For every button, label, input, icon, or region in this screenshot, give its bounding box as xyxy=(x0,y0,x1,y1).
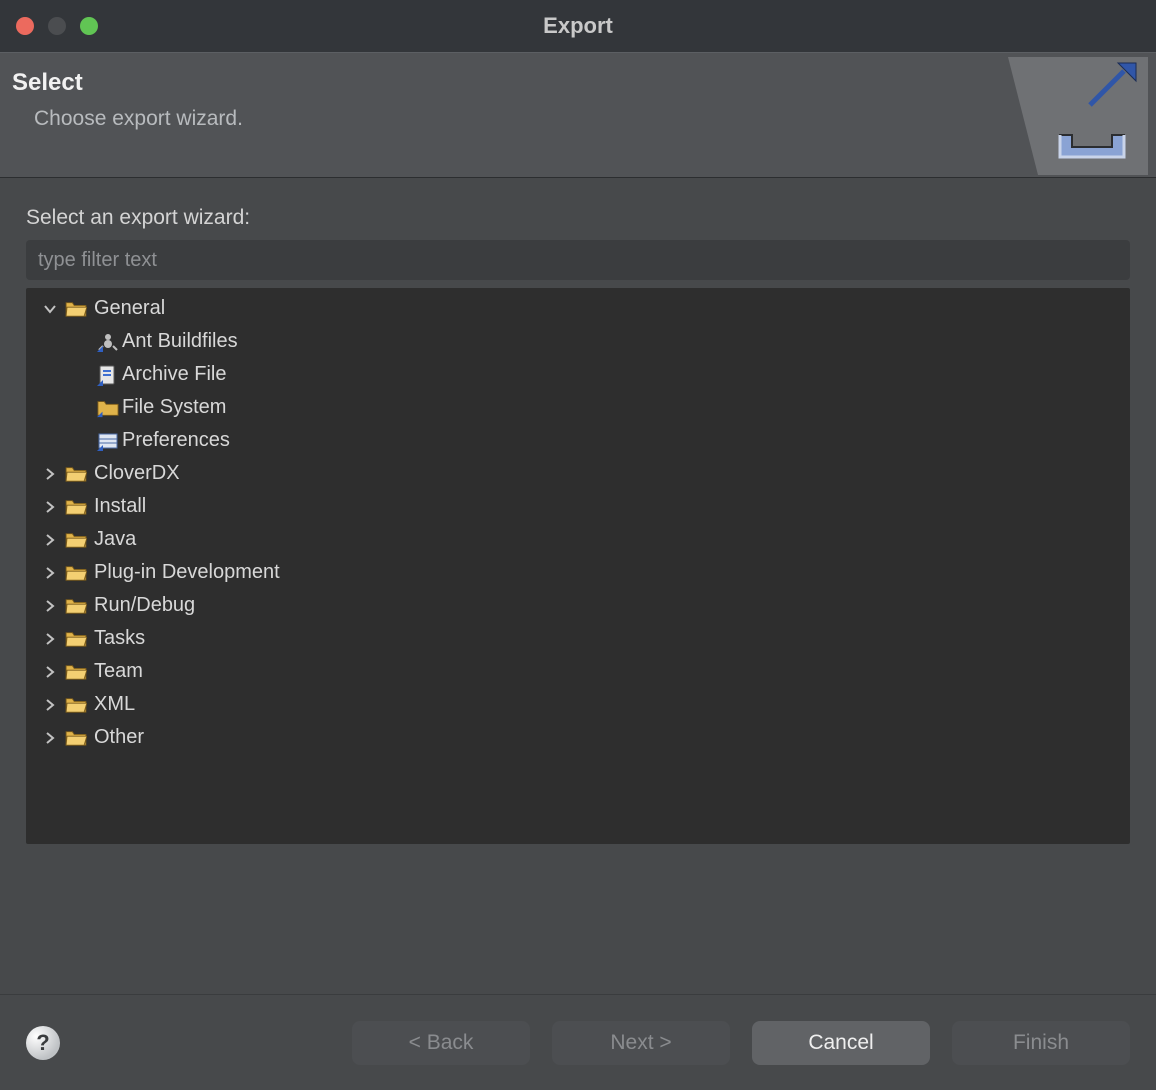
tree-folder-label: Team xyxy=(94,660,143,683)
folder-icon xyxy=(62,729,90,747)
window-maximize-button[interactable] xyxy=(80,17,98,35)
folder-icon xyxy=(62,300,90,318)
next-button[interactable]: Next > xyxy=(552,1021,730,1065)
folder-icon xyxy=(62,696,90,714)
tree-folder[interactable]: Tasks xyxy=(30,622,1126,655)
chevron-right-icon[interactable] xyxy=(38,533,62,547)
tree-folder-label: Tasks xyxy=(94,627,145,650)
tree-folder[interactable]: General xyxy=(30,292,1126,325)
tree-folder[interactable]: Java xyxy=(30,523,1126,556)
tree-folder[interactable]: CloverDX xyxy=(30,457,1126,490)
tree-folder-label: XML xyxy=(94,693,135,716)
chevron-right-icon[interactable] xyxy=(38,731,62,745)
tree-item-label: Preferences xyxy=(122,429,230,452)
help-button[interactable]: ? xyxy=(26,1026,60,1060)
folder-icon xyxy=(62,597,90,615)
cancel-button[interactable]: Cancel xyxy=(752,1021,930,1065)
export-icon xyxy=(1008,57,1148,181)
tree-folder-label: General xyxy=(94,297,165,320)
chevron-right-icon[interactable] xyxy=(38,566,62,580)
tree-item[interactable]: Archive File xyxy=(30,358,1126,391)
chevron-right-icon[interactable] xyxy=(38,698,62,712)
tree-label: Select an export wizard: xyxy=(26,206,1130,230)
wizard-title: Select xyxy=(12,69,1156,97)
tree-folder[interactable]: Plug-in Development xyxy=(30,556,1126,589)
chevron-down-icon[interactable] xyxy=(38,302,62,316)
prefs-icon xyxy=(94,431,122,451)
chevron-right-icon[interactable] xyxy=(38,599,62,613)
tree-item[interactable]: Preferences xyxy=(30,424,1126,457)
tree-folder[interactable]: Team xyxy=(30,655,1126,688)
chevron-right-icon[interactable] xyxy=(38,665,62,679)
back-button[interactable]: < Back xyxy=(352,1021,530,1065)
wizard-tree[interactable]: General Ant Buildfiles Archive File File Sy… xyxy=(26,288,1130,844)
archive-icon xyxy=(94,364,122,386)
wizard-body: Select an export wizard: General Ant Buil… xyxy=(0,178,1156,994)
tree-item-label: Archive File xyxy=(122,363,226,386)
tree-folder-label: Plug-in Development xyxy=(94,561,280,584)
folder-icon xyxy=(62,498,90,516)
chevron-right-icon[interactable] xyxy=(38,500,62,514)
tree-item[interactable]: Ant Buildfiles xyxy=(30,325,1126,358)
folder-icon xyxy=(62,465,90,483)
tree-item[interactable]: File System xyxy=(30,391,1126,424)
folder-base-icon xyxy=(94,398,122,418)
tree-folder[interactable]: XML xyxy=(30,688,1126,721)
tree-folder-label: Java xyxy=(94,528,136,551)
tree-folder[interactable]: Run/Debug xyxy=(30,589,1126,622)
chevron-right-icon[interactable] xyxy=(38,632,62,646)
tree-folder-label: Other xyxy=(94,726,144,749)
tree-folder-label: CloverDX xyxy=(94,462,180,485)
window-controls xyxy=(16,17,98,35)
titlebar: Export xyxy=(0,0,1156,52)
folder-icon xyxy=(62,564,90,582)
folder-icon xyxy=(62,630,90,648)
wizard-header: Select Choose export wizard. xyxy=(0,52,1156,178)
window-close-button[interactable] xyxy=(16,17,34,35)
wizard-footer: ? < Back Next > Cancel Finish xyxy=(0,994,1156,1090)
folder-icon xyxy=(62,531,90,549)
chevron-right-icon[interactable] xyxy=(38,467,62,481)
tree-folder[interactable]: Other xyxy=(30,721,1126,754)
tree-folder-label: Install xyxy=(94,495,146,518)
tree-folder[interactable]: Install xyxy=(30,490,1126,523)
filter-input[interactable] xyxy=(26,240,1130,280)
finish-button[interactable]: Finish xyxy=(952,1021,1130,1065)
window-title: Export xyxy=(0,13,1156,39)
window-minimize-button[interactable] xyxy=(48,17,66,35)
tree-folder-label: Run/Debug xyxy=(94,594,195,617)
tree-item-label: Ant Buildfiles xyxy=(122,330,238,353)
folder-icon xyxy=(62,663,90,681)
wizard-subtitle: Choose export wizard. xyxy=(34,107,1156,131)
tree-item-label: File System xyxy=(122,396,226,419)
ant-icon xyxy=(94,332,122,352)
